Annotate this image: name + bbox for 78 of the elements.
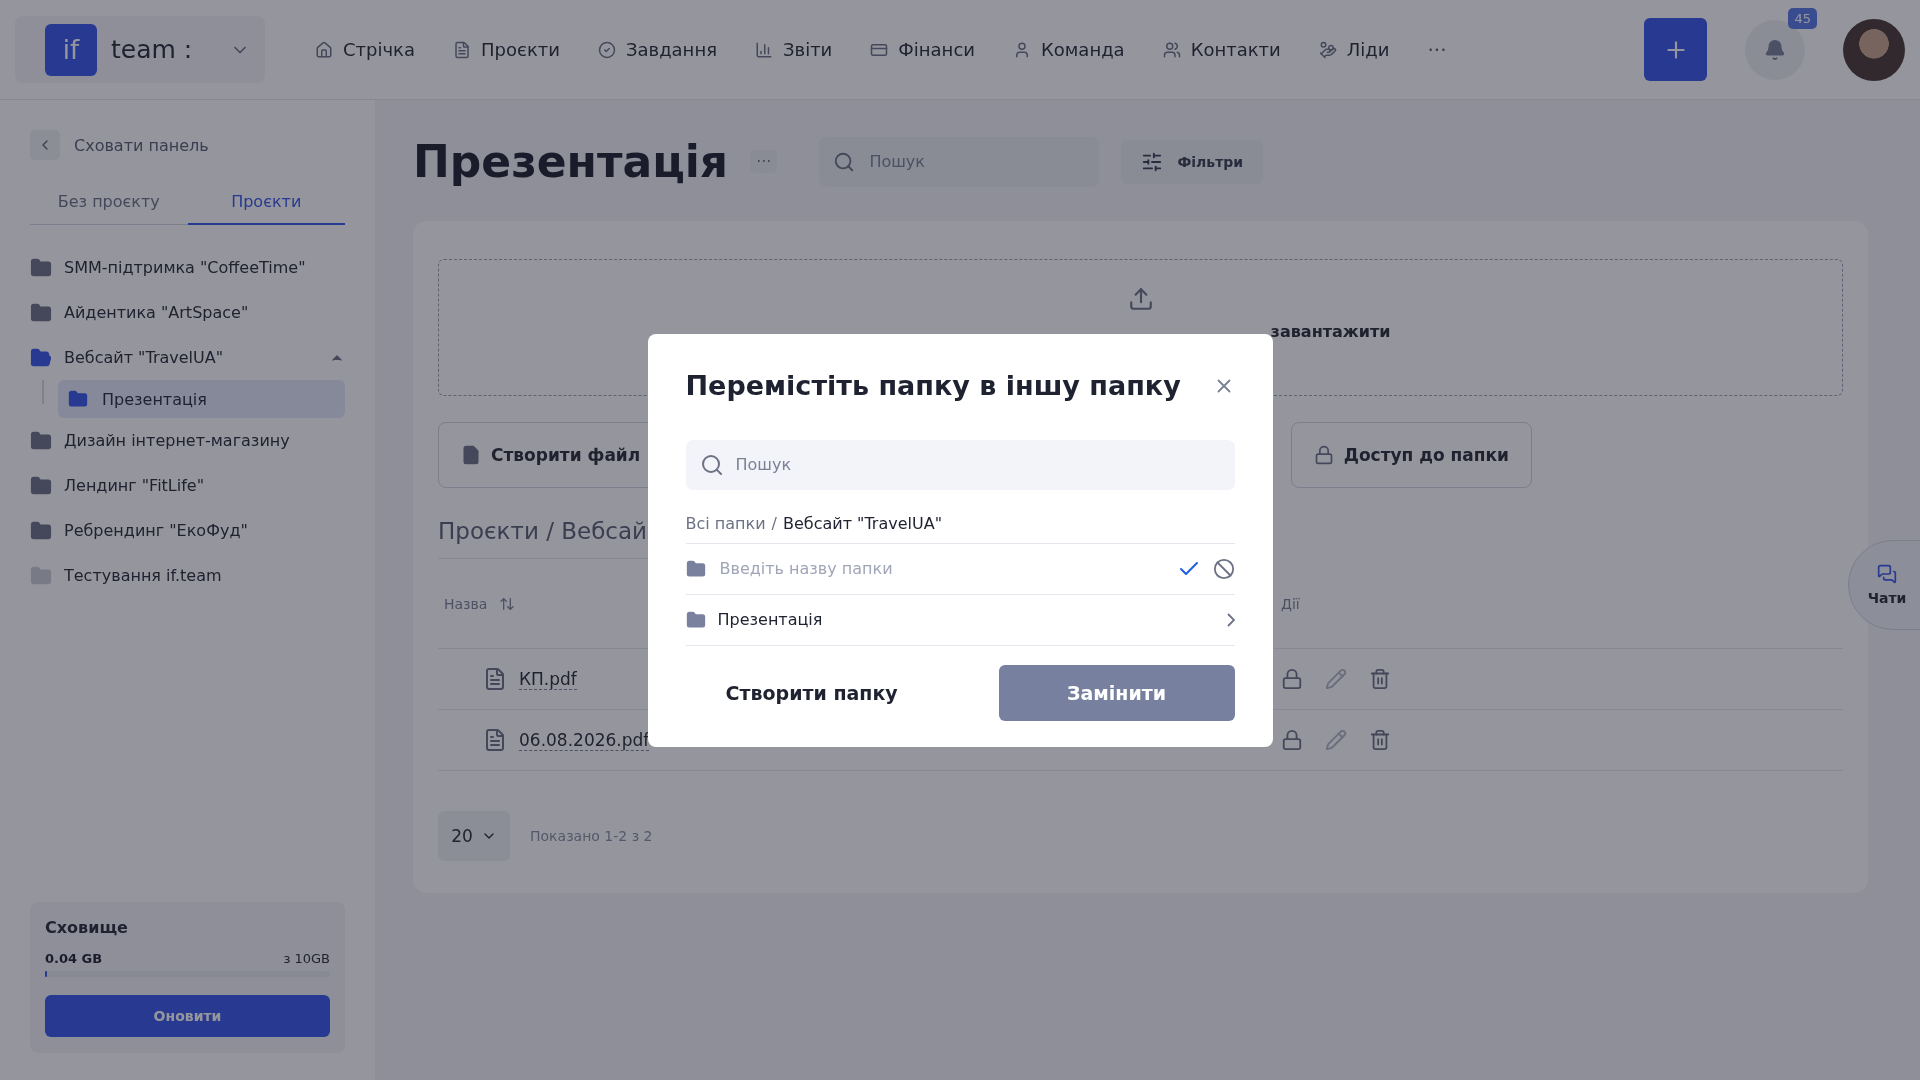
upload-text: завантажити — [1270, 322, 1391, 341]
edit-icon[interactable] — [1325, 729, 1347, 751]
folder-icon — [30, 429, 52, 452]
folder-item[interactable]: Дизайн інтернет-магазину — [30, 418, 345, 463]
nav-link[interactable]: Звіти — [755, 39, 833, 60]
folder-icon — [685, 558, 706, 579]
delete-icon[interactable] — [1369, 668, 1391, 690]
folder-item[interactable]: Лендинг "FitLife" — [30, 463, 345, 508]
folder-item[interactable]: Вебсайт "TravelUA" — [30, 335, 345, 380]
column-header: Дії — [1281, 595, 1300, 612]
storage-title: Сховище — [45, 918, 129, 937]
folder-item[interactable]: SMM-підтримка "CoffeeTime" — [30, 245, 345, 290]
check-circle-icon — [597, 40, 616, 59]
people-icon — [1162, 40, 1181, 59]
filters-button[interactable]: Фільтри — [1121, 139, 1264, 184]
logo: if — [45, 23, 97, 76]
lock-icon[interactable] — [1281, 729, 1303, 751]
nav-link[interactable]: Ліди — [1318, 39, 1390, 60]
nav-link[interactable]: Стрічка — [315, 39, 416, 60]
nav-link[interactable]: Завдання — [597, 39, 717, 60]
storage-total: з 10GB — [283, 951, 330, 966]
delete-icon[interactable] — [1369, 729, 1391, 751]
cancel-icon[interactable] — [1212, 557, 1235, 580]
sliders-icon — [1141, 150, 1164, 173]
document-icon — [453, 40, 472, 59]
lock-icon[interactable] — [1281, 668, 1303, 690]
folder-row[interactable]: Презентація — [685, 594, 1235, 646]
upload-icon — [1127, 286, 1154, 312]
upgrade-button[interactable]: Оновити — [45, 995, 330, 1037]
folder-icon — [30, 256, 52, 279]
sidebar-tab[interactable]: Без проєкту — [30, 178, 188, 225]
sidebar-tab[interactable]: Проєкти — [187, 178, 345, 225]
folder-access-button[interactable]: Доступ до папки — [1290, 422, 1532, 488]
breadcrumb-separator: / — [771, 513, 777, 533]
folder-icon — [30, 519, 52, 542]
workspace-switcher[interactable]: if team : — [15, 16, 265, 83]
workspace-name: team : — [111, 35, 194, 64]
bell-icon — [1764, 38, 1786, 61]
create-folder-button[interactable]: Створити папку — [685, 664, 938, 721]
chat-icon — [1877, 564, 1897, 584]
nav-link[interactable]: Фінанси — [870, 39, 975, 60]
folder-item[interactable]: Ребрендинг "ЕкоФуд" — [30, 508, 345, 553]
more-menu[interactable]: ··· — [1427, 37, 1447, 62]
subfolder-item[interactable]: Презентація — [58, 380, 345, 418]
home-icon — [315, 40, 333, 59]
folder-item[interactable]: Тестування if.team — [30, 553, 345, 598]
file-name[interactable]: КП.pdf — [519, 668, 577, 690]
column-header: Назва — [444, 595, 488, 612]
search-field[interactable]: Пошук — [685, 439, 1235, 490]
lock-icon — [1313, 445, 1334, 465]
pdf-file-icon — [483, 667, 507, 691]
pdf-file-icon — [483, 728, 507, 752]
folder-icon — [30, 301, 52, 324]
nav-link[interactable]: Контакти — [1162, 39, 1281, 60]
page-size-select[interactable]: 20 — [438, 811, 510, 861]
add-button[interactable] — [1644, 18, 1707, 81]
bar-chart-icon — [755, 40, 773, 59]
coin-hand-icon — [1318, 40, 1337, 59]
folder-item[interactable]: Айдентика "ArtSpace" — [30, 290, 345, 335]
search-field[interactable]: Пошук — [819, 136, 1100, 187]
folder-icon — [68, 389, 88, 409]
chevron-right-icon — [1226, 612, 1235, 627]
folder-icon — [685, 609, 706, 630]
edit-icon[interactable] — [1325, 668, 1347, 690]
breadcrumb-current: Вебсайт "TravelUA" — [783, 513, 942, 533]
nav-link[interactable]: Команда — [1013, 39, 1125, 60]
storage-used: 0.04 GB — [45, 951, 103, 966]
replace-button[interactable]: Замінити — [998, 664, 1235, 721]
sort-icon[interactable] — [499, 595, 516, 612]
file-icon — [461, 445, 481, 465]
nav-link[interactable]: Проєкти — [453, 39, 560, 60]
hide-panel-button[interactable]: Сховати панель — [30, 130, 345, 160]
page-title: Презентація — [413, 136, 729, 187]
breadcrumb-link[interactable]: Всі папки — [685, 513, 766, 533]
person-icon — [1013, 40, 1031, 59]
notification-count: 45 — [1788, 7, 1817, 29]
folder-icon — [30, 474, 52, 497]
pagination-info: Показано 1-2 з 2 — [530, 828, 653, 844]
